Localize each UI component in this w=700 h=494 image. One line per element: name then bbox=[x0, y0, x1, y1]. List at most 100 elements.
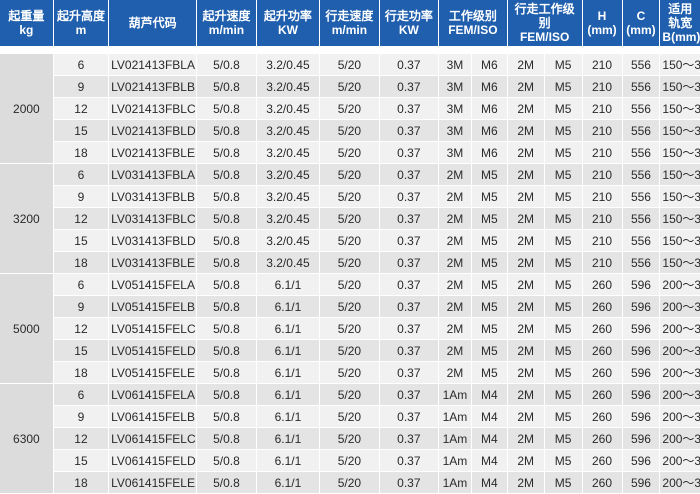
cell-c: 596 bbox=[622, 273, 661, 296]
table-row: 18 LV051415FELE 5/0.8 6.1/1 5/20 0.37 2M M5 2M M5… bbox=[0, 361, 700, 384]
cell-travel-fem-class: 2M bbox=[507, 427, 545, 450]
cell-lift-speed: 5/0.8 bbox=[196, 471, 257, 494]
cell-lift-speed: 5/0.8 bbox=[196, 383, 257, 406]
cell-lift-power: 3.2/0.45 bbox=[256, 185, 321, 208]
cell-travel-power: 0.37 bbox=[379, 75, 440, 98]
cell-h: 210 bbox=[582, 54, 623, 76]
cell-weight: 6300 bbox=[0, 383, 54, 494]
cell-rail-width: 150～300 bbox=[659, 251, 700, 274]
table-row: 9 LV021413FBLB 5/0.8 3.2/0.45 5/20 0.37 3M M6 2M… bbox=[0, 75, 700, 98]
cell-h: 260 bbox=[582, 405, 623, 428]
cell-hoist-code: LV021413FBLB bbox=[108, 75, 198, 98]
cell-travel-fem-class: 2M bbox=[507, 383, 545, 406]
cell-travel-iso-class: M5 bbox=[544, 361, 583, 384]
cell-iso-class: M6 bbox=[471, 97, 508, 120]
cell-iso-class: M5 bbox=[471, 295, 508, 318]
cell-c: 596 bbox=[622, 317, 661, 340]
cell-lift-power: 6.1/1 bbox=[256, 427, 321, 450]
cell-rail-width: 200～350 bbox=[659, 295, 700, 318]
cell-travel-iso-class: M5 bbox=[544, 141, 583, 164]
cell-h: 210 bbox=[582, 207, 623, 230]
cell-lift-power: 3.2/0.45 bbox=[256, 97, 321, 120]
cell-lift-height: 18 bbox=[53, 141, 110, 164]
cell-hoist-code: LV061415FELD bbox=[108, 449, 198, 472]
cell-lift-speed: 5/0.8 bbox=[196, 119, 257, 142]
cell-fem-class: 2M bbox=[438, 229, 472, 252]
cell-h: 210 bbox=[582, 251, 623, 274]
cell-rail-width: 150～300 bbox=[659, 141, 700, 164]
cell-iso-class: M4 bbox=[471, 449, 508, 472]
cell-hoist-code: LV031413FBLB bbox=[108, 185, 198, 208]
cell-travel-power: 0.37 bbox=[379, 295, 440, 318]
cell-rail-width: 200～350 bbox=[659, 273, 700, 296]
cell-iso-class: M4 bbox=[471, 427, 508, 450]
cell-lift-height: 9 bbox=[53, 405, 110, 428]
cell-travel-fem-class: 2M bbox=[507, 75, 545, 98]
cell-travel-fem-class: 2M bbox=[507, 207, 545, 230]
cell-rail-width: 200～350 bbox=[659, 405, 700, 428]
cell-hoist-code: LV031413FBLC bbox=[108, 207, 198, 230]
cell-travel-iso-class: M5 bbox=[544, 383, 583, 406]
cell-travel-speed: 5/20 bbox=[319, 97, 380, 120]
cell-travel-fem-class: 2M bbox=[507, 163, 545, 186]
cell-weight: 3200 bbox=[0, 163, 54, 274]
table-row: 15 LV031413FBLD 5/0.8 3.2/0.45 5/20 0.37 2M M5 2… bbox=[0, 229, 700, 252]
header-hoist-code: 葫芦代码 bbox=[108, 0, 198, 46]
cell-fem-class: 2M bbox=[438, 361, 472, 384]
cell-rail-width: 150～300 bbox=[659, 163, 700, 186]
cell-travel-fem-class: 2M bbox=[507, 54, 545, 76]
cell-travel-fem-class: 2M bbox=[507, 317, 545, 340]
cell-lift-speed: 5/0.8 bbox=[196, 251, 257, 274]
cell-lift-speed: 5/0.8 bbox=[196, 361, 257, 384]
cell-travel-fem-class: 2M bbox=[507, 229, 545, 252]
table-row: 9 LV051415FELB 5/0.8 6.1/1 5/20 0.37 2M M5 2M M5 2… bbox=[0, 295, 700, 318]
cell-travel-fem-class: 2M bbox=[507, 405, 545, 428]
cell-travel-speed: 5/20 bbox=[319, 317, 380, 340]
cell-travel-iso-class: M5 bbox=[544, 273, 583, 296]
cell-rail-width: 200～350 bbox=[659, 339, 700, 362]
cell-hoist-code: LV031413FBLD bbox=[108, 229, 198, 252]
cell-hoist-code: LV021413FBLD bbox=[108, 119, 198, 142]
cell-lift-height: 15 bbox=[53, 449, 110, 472]
cell-rail-width: 200～350 bbox=[659, 383, 700, 406]
table-row: 18 LV061415FELE 5/0.8 6.1/1 5/20 0.37 1Am M4 2M M… bbox=[0, 471, 700, 494]
cell-fem-class: 3M bbox=[438, 54, 472, 76]
cell-h: 260 bbox=[582, 273, 623, 296]
cell-fem-class: 2M bbox=[438, 317, 472, 340]
cell-lift-speed: 5/0.8 bbox=[196, 229, 257, 252]
cell-travel-speed: 5/20 bbox=[319, 449, 380, 472]
table-row: 15 LV051415FELD 5/0.8 6.1/1 5/20 0.37 2M M5 2M M5… bbox=[0, 339, 700, 362]
cell-lift-power: 3.2/0.45 bbox=[256, 251, 321, 274]
header-lift-power: 起升功率 KW bbox=[256, 0, 321, 46]
cell-lift-height: 9 bbox=[53, 185, 110, 208]
table-row: 9 LV061415FELB 5/0.8 6.1/1 5/20 0.37 1Am M4 2M M5… bbox=[0, 405, 700, 428]
cell-h: 260 bbox=[582, 449, 623, 472]
cell-lift-speed: 5/0.8 bbox=[196, 185, 257, 208]
cell-fem-class: 1Am bbox=[438, 405, 472, 428]
cell-lift-power: 6.1/1 bbox=[256, 273, 321, 296]
cell-travel-power: 0.37 bbox=[379, 54, 440, 76]
cell-h: 260 bbox=[582, 383, 623, 406]
cell-weight: 2000 bbox=[0, 54, 54, 164]
cell-travel-iso-class: M5 bbox=[544, 339, 583, 362]
cell-fem-class: 2M bbox=[438, 163, 472, 186]
cell-c: 596 bbox=[622, 405, 661, 428]
spacer-cell bbox=[0, 46, 700, 54]
cell-fem-class: 3M bbox=[438, 141, 472, 164]
cell-travel-iso-class: M5 bbox=[544, 317, 583, 340]
table-row: 3200 6 LV031413FBLA 5/0.8 3.2/0.45 5/20 0.37 2M… bbox=[0, 163, 700, 274]
cell-c: 556 bbox=[622, 229, 661, 252]
cell-c: 596 bbox=[622, 339, 661, 362]
cell-iso-class: M5 bbox=[471, 229, 508, 252]
cell-h: 260 bbox=[582, 295, 623, 318]
cell-travel-speed: 5/20 bbox=[319, 229, 380, 252]
cell-lift-height: 6 bbox=[53, 54, 110, 76]
cell-lift-height: 9 bbox=[53, 295, 110, 318]
cell-travel-power: 0.37 bbox=[379, 273, 440, 296]
cell-travel-speed: 5/20 bbox=[319, 471, 380, 494]
cell-travel-speed: 5/20 bbox=[319, 54, 380, 76]
cell-lift-speed: 5/0.8 bbox=[196, 427, 257, 450]
header-lift-speed: 起升速度 m/min bbox=[196, 0, 257, 46]
cell-iso-class: M6 bbox=[471, 141, 508, 164]
header-c: C (mm) bbox=[622, 0, 661, 46]
